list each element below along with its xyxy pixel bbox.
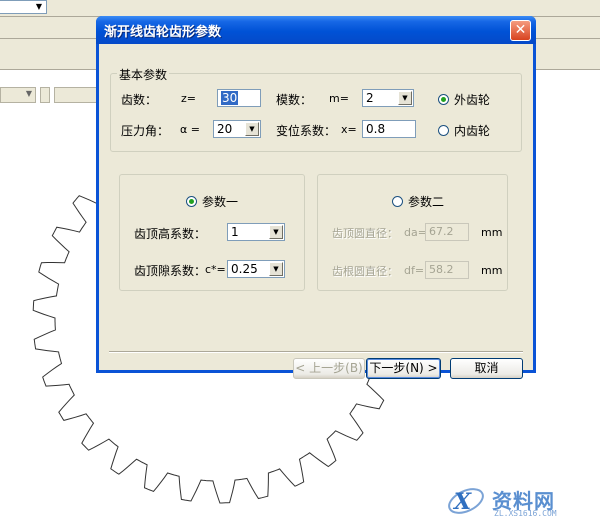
chevron-down-icon[interactable]: ▼	[33, 2, 45, 12]
shift-coefficient-value[interactable]: 0.8	[366, 122, 385, 136]
shift-coefficient-symbol: x=	[341, 123, 357, 136]
module-symbol: m=	[329, 92, 349, 105]
root-diameter-value[interactable]: 58.2	[429, 263, 454, 276]
external-gear-label[interactable]: 外齿轮	[454, 91, 490, 108]
external-gear-radio[interactable]: 外齿轮	[438, 91, 490, 108]
tip-diameter-symbol: da=	[404, 226, 427, 239]
pressure-angle-label: 压力角：	[121, 124, 170, 138]
root-diameter-label: 齿根圆直径：	[332, 265, 398, 278]
radio-selected-icon[interactable]	[186, 196, 197, 207]
addendum-coefficient-value[interactable]: 1	[231, 225, 239, 239]
dialog-titlebar[interactable]: 渐开线齿轮齿形参数 ✕	[96, 16, 536, 44]
radio-unselected-icon[interactable]	[392, 196, 403, 207]
watermark-logo: X 资料网 ZL.XS1616.COM	[444, 479, 594, 521]
teeth-symbol: z=	[181, 92, 196, 105]
close-icon[interactable]: ✕	[515, 22, 527, 38]
module-value[interactable]: 2	[366, 91, 374, 105]
tip-diameter-value[interactable]: 67.2	[429, 225, 454, 238]
dialog-title: 渐开线齿轮齿形参数	[104, 25, 222, 40]
tip-diameter-label: 齿顶圆直径：	[332, 227, 398, 240]
clearance-coefficient-label: 齿顶隙系数：	[134, 264, 207, 278]
chevron-down-icon[interactable]: ▼	[269, 262, 283, 276]
chevron-down-icon[interactable]: ▼	[398, 91, 412, 105]
next-button[interactable]: 下一步(N) >	[366, 358, 441, 379]
pressure-angle-value[interactable]: 20	[217, 122, 232, 136]
internal-gear-radio[interactable]: 内齿轮	[438, 122, 490, 139]
param1-label[interactable]: 参数一	[202, 193, 238, 210]
dialog-body: 基本参数 齿数： z= 30 模数： m= 2 ▼ 外齿轮 压力角： α = 2…	[99, 44, 533, 379]
module-label: 模数：	[276, 93, 313, 107]
param2-group: 参数二 齿顶圆直径： da= 67.2 mm 齿根圆直径： df= 58.2 m…	[317, 174, 508, 291]
addendum-coefficient-select[interactable]: 1 ▼	[227, 223, 285, 241]
button-separator	[109, 351, 523, 353]
pressure-angle-symbol: α =	[180, 123, 200, 136]
teeth-value[interactable]: 30	[221, 91, 239, 105]
watermark-url: ZL.XS1616.COM	[494, 509, 557, 518]
radio-selected-icon[interactable]	[438, 94, 449, 105]
tip-diameter-unit: mm	[481, 226, 503, 239]
teeth-label: 齿数：	[121, 93, 158, 107]
basic-params-legend: 基本参数	[117, 66, 170, 83]
clearance-coefficient-value[interactable]: 0.25	[231, 262, 258, 276]
module-select[interactable]: 2 ▼	[362, 89, 414, 107]
param2-label[interactable]: 参数二	[408, 193, 444, 210]
chevron-down-icon[interactable]: ▼	[269, 225, 283, 239]
root-diameter-symbol: df=	[404, 264, 425, 277]
watermark-icon: X	[448, 488, 484, 515]
close-button[interactable]: ✕	[510, 20, 531, 41]
root-diameter-unit: mm	[481, 264, 503, 277]
clearance-coefficient-select[interactable]: 0.25 ▼	[227, 260, 285, 278]
shift-coefficient-input[interactable]: 0.8	[362, 120, 416, 138]
tip-diameter-input[interactable]: 67.2	[425, 223, 469, 241]
shift-coefficient-label: 变位系数：	[276, 124, 337, 138]
basic-params-group: 基本参数 齿数： z= 30 模数： m= 2 ▼ 外齿轮 压力角： α = 2…	[110, 66, 522, 152]
chevron-down-icon[interactable]: ▼	[245, 122, 259, 136]
gear-parameters-dialog: 渐开线齿轮齿形参数 ✕ 基本参数 齿数： z= 30 模数： m= 2 ▼ 外齿…	[96, 16, 536, 379]
addendum-coefficient-label: 齿顶高系数：	[134, 227, 207, 241]
internal-gear-label[interactable]: 内齿轮	[454, 122, 490, 139]
clearance-coefficient-symbol: c*=	[205, 263, 226, 276]
param1-group: 参数一 齿顶高系数： 1 ▼ 齿顶隙系数： c*= 0.25 ▼	[119, 174, 305, 291]
cancel-button[interactable]: 取消	[450, 358, 523, 379]
radio-unselected-icon[interactable]	[438, 125, 449, 136]
toolbar-combo[interactable]: ▼	[0, 0, 47, 14]
teeth-input[interactable]: 30	[217, 89, 261, 107]
previous-button[interactable]: < 上一步(B)	[293, 358, 365, 379]
svg-text:X: X	[452, 489, 472, 515]
pressure-angle-select[interactable]: 20 ▼	[213, 120, 261, 138]
root-diameter-input[interactable]: 58.2	[425, 261, 469, 279]
param2-radio[interactable]: 参数二	[392, 193, 444, 210]
param1-radio[interactable]: 参数一	[186, 193, 238, 210]
top-toolbar: ▼	[0, 0, 600, 17]
